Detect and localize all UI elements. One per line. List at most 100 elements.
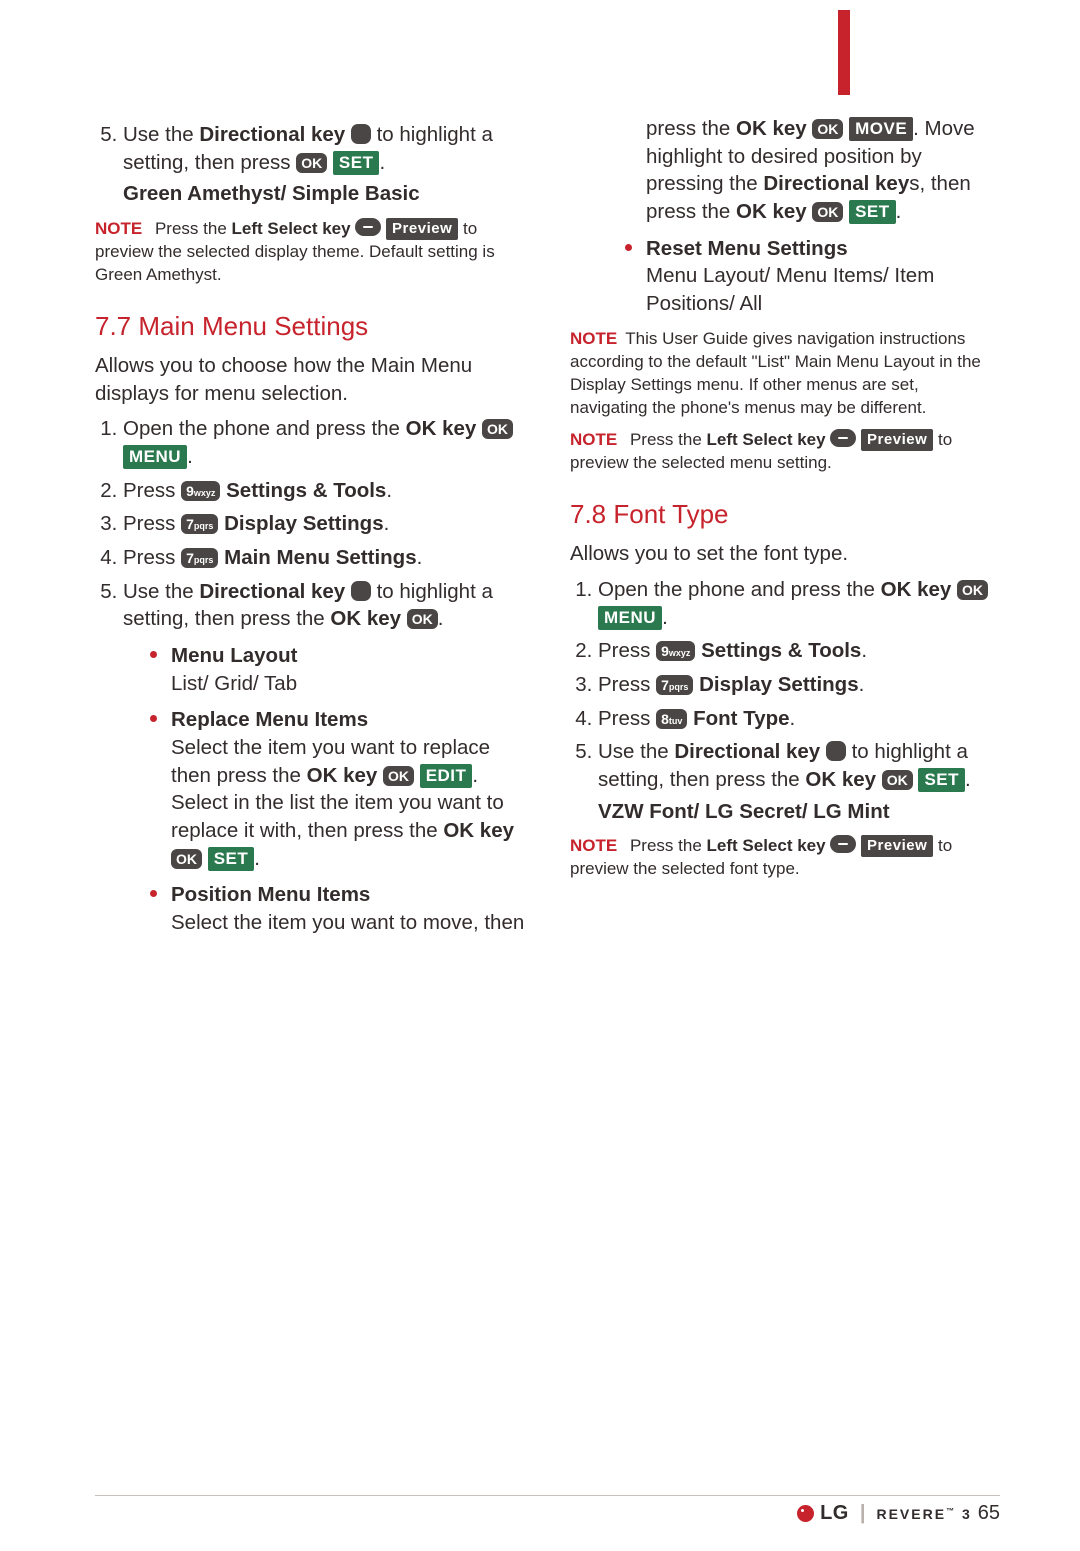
bullet-head: Position Menu Items <box>171 883 370 906</box>
bold-text: Settings & Tools <box>226 479 386 502</box>
steps-list: Open the phone and press the OK key OK M… <box>570 576 1000 825</box>
text: Press <box>598 673 656 696</box>
content-columns: Use the Directional key to highlight a s… <box>95 115 1000 937</box>
key-digit: 7 <box>186 516 194 532</box>
preview-badge: Preview <box>861 429 933 451</box>
step: Press 7pqrs Display Settings. <box>598 671 1000 699</box>
bold-text: Settings & Tools <box>701 639 861 662</box>
bullet: Menu Layout List/ Grid/ Tab <box>171 639 525 697</box>
bold-text: Main Menu Settings <box>224 546 416 569</box>
key-8-icon: 8tuv <box>656 709 687 729</box>
key-letters: tuv <box>669 716 683 726</box>
text: Use the <box>123 580 199 603</box>
ok-key-icon: OK <box>482 419 513 439</box>
move-badge: MOVE <box>849 117 913 141</box>
directional-key-icon <box>351 581 371 601</box>
side-tab <box>838 10 850 95</box>
ok-key-icon: OK <box>812 202 843 222</box>
note-block: NOTE Press the Left Select key Preview t… <box>95 218 525 287</box>
key-digit: 9 <box>186 483 194 499</box>
directional-key-icon <box>351 124 371 144</box>
note-text: Press the <box>630 836 707 855</box>
bold-text: Directional key <box>199 580 345 603</box>
text: Press <box>123 512 181 535</box>
key-letters: pqrs <box>194 521 214 531</box>
key-7-icon: 7pqrs <box>656 675 693 695</box>
note-block: NOTE Press the Left Select key Preview t… <box>570 429 1000 475</box>
brand-revere-suffix: 3 <box>962 1506 972 1522</box>
set-badge: SET <box>918 768 965 792</box>
key-digit: 7 <box>661 677 669 693</box>
key-digit: 7 <box>186 550 194 566</box>
bold-text: Display Settings <box>224 512 384 535</box>
note-label: NOTE <box>95 219 142 238</box>
key-letters: wxyz <box>669 648 691 658</box>
ok-key-icon: OK <box>296 153 327 173</box>
text: Press <box>598 707 656 730</box>
bold-text: OK key <box>406 417 482 440</box>
key-letters: pqrs <box>669 682 689 692</box>
text: Open the phone and press the <box>123 417 406 440</box>
bullet-head: Reset Menu Settings <box>646 237 848 260</box>
step: Press 8tuv Font Type. <box>598 705 1000 733</box>
section-heading: 7.8 Font Type <box>570 497 1000 532</box>
set-badge: SET <box>208 847 255 871</box>
note-label: NOTE <box>570 329 617 348</box>
menu-badge: MENU <box>598 606 662 630</box>
continued-steps: Use the Directional key to highlight a s… <box>95 121 525 208</box>
bold-text: Directional key <box>199 123 345 146</box>
step: Open the phone and press the OK key OK M… <box>123 415 525 470</box>
step: Open the phone and press the OK key OK M… <box>598 576 1000 631</box>
left-select-key-icon <box>830 835 856 853</box>
note-text: This User Guide gives navigation instruc… <box>570 329 981 417</box>
bold-text: OK key <box>330 607 406 630</box>
key-digit: 9 <box>661 643 669 659</box>
bold-text: Display Settings <box>699 673 859 696</box>
text: Use the <box>598 740 674 763</box>
preview-badge: Preview <box>386 218 458 240</box>
text: Use the <box>123 123 199 146</box>
bullet-text: Menu Layout/ Menu Items/ Item Positions/… <box>646 264 934 315</box>
step-5: Use the Directional key to highlight a s… <box>123 121 525 208</box>
bullet-text: List/ Grid/ Tab <box>171 672 297 695</box>
bullet-head: Replace Menu Items <box>171 708 368 731</box>
bold-text: OK key <box>736 117 812 140</box>
edit-badge: EDIT <box>420 764 473 788</box>
bold-text: Font Type <box>693 707 789 730</box>
set-badge: SET <box>849 200 896 224</box>
ok-key-icon: OK <box>407 609 438 629</box>
page-footer: LG | REVERE™ 3 65 <box>95 1495 1000 1496</box>
footer-right: LG | REVERE™ 3 65 <box>797 1502 1000 1525</box>
left-select-key-icon <box>830 429 856 447</box>
key-letters: wxyz <box>194 488 216 498</box>
section-intro: Allows you to set the font type. <box>570 540 1000 568</box>
bold-text: Left Select key <box>707 430 826 449</box>
bold-text: OK key <box>736 200 812 223</box>
step: Use the Directional key to highlight a s… <box>598 738 1000 825</box>
options-subtext: VZW Font/ LG Secret/ LG Mint <box>598 798 1000 826</box>
ok-key-icon: OK <box>882 770 913 790</box>
ok-key-icon: OK <box>383 766 414 786</box>
bold-text: Left Select key <box>707 836 826 855</box>
note-text: Press the <box>630 430 707 449</box>
set-badge: SET <box>333 151 380 175</box>
section-intro: Allows you to choose how the Main Menu d… <box>95 352 525 407</box>
note-text: Press the <box>155 219 232 238</box>
bullet-head: Menu Layout <box>171 644 297 667</box>
brand-lg: LG <box>820 1502 849 1525</box>
bold-text: Directional key <box>674 740 820 763</box>
lg-logo-icon <box>797 1505 814 1522</box>
bold-text: OK key <box>805 768 881 791</box>
bullet: Replace Menu Items Select the item you w… <box>171 703 525 872</box>
note-block: NOTE Press the Left Select key Preview t… <box>570 835 1000 881</box>
bold-text: Directional key <box>763 172 909 195</box>
section-heading: 7.7 Main Menu Settings <box>95 309 525 344</box>
page: Use the Directional key to highlight a s… <box>0 0 1080 1551</box>
preview-badge: Preview <box>861 835 933 857</box>
key-letters: pqrs <box>194 555 214 565</box>
text: Open the phone and press the <box>598 578 881 601</box>
bold-text: Left Select key <box>232 219 351 238</box>
ok-key-icon: OK <box>171 849 202 869</box>
key-9-icon: 9wxyz <box>656 641 695 661</box>
text: Press <box>123 479 181 502</box>
